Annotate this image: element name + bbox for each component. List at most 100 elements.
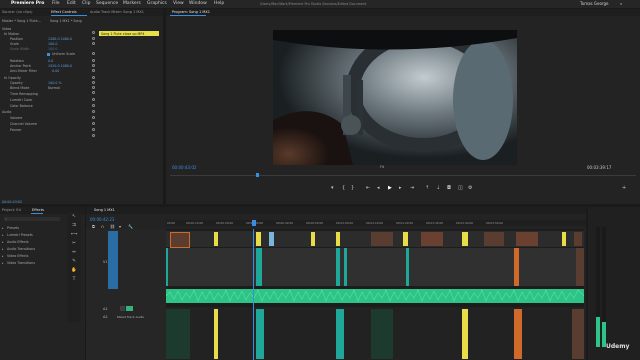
menu-edit[interactable]: Edit — [67, 1, 76, 6]
tab-program[interactable]: Program: Song 1 MX1 — [172, 10, 210, 14]
reset-icon[interactable] — [92, 134, 95, 137]
bin-audio-transitions[interactable]: Audio Transitions — [7, 247, 35, 251]
thumbnail-clip[interactable] — [484, 232, 504, 246]
step-back-icon[interactable]: ◂ — [377, 186, 380, 191]
program-timecode[interactable]: 00:00:43:02 — [172, 165, 196, 170]
menu-view[interactable]: View — [173, 1, 184, 6]
marker-clip[interactable] — [214, 309, 218, 359]
reset-icon[interactable] — [92, 81, 95, 84]
track-area[interactable] — [166, 229, 584, 360]
tab-project[interactable]: Project: Ed — [2, 208, 21, 212]
thumbnail-clip[interactable] — [170, 232, 190, 248]
opacity-value[interactable]: 100.0 % — [48, 81, 62, 85]
audio-clip[interactable] — [371, 309, 393, 359]
tab-sequence[interactable]: Song 1 MX1 — [94, 208, 115, 212]
marker-clip[interactable] — [256, 232, 261, 246]
reset-icon[interactable] — [92, 98, 95, 101]
bin-lumetri-presets[interactable]: Lumetri Presets — [7, 233, 33, 237]
mute-button[interactable] — [126, 306, 133, 311]
video-clip[interactable] — [256, 248, 262, 286]
position-value[interactable]: 1280.0 1080.0 — [48, 37, 72, 41]
reset-icon[interactable] — [92, 110, 95, 113]
program-playhead[interactable] — [256, 173, 259, 177]
reset-icon[interactable] — [92, 42, 95, 45]
user-name[interactable]: Tomas George — [580, 1, 609, 6]
track-label-a2[interactable]: A2 — [103, 315, 108, 319]
type-tool-icon[interactable]: T — [71, 277, 77, 283]
menu-clip[interactable]: Clip — [82, 1, 91, 6]
panner[interactable]: Panner — [10, 128, 21, 132]
reset-icon[interactable] — [92, 122, 95, 125]
tab-effect-controls[interactable]: Effect Controls — [51, 10, 77, 14]
menu-sequence[interactable]: Sequence — [96, 1, 118, 6]
marker-clip[interactable] — [214, 232, 218, 246]
pen-tool-icon[interactable]: ✎ — [71, 259, 77, 265]
sequence-clip-label[interactable]: Song 1 MX1 * Song — [50, 19, 82, 23]
slip-tool-icon[interactable]: ↔ — [71, 250, 77, 256]
marker-clip[interactable] — [269, 232, 274, 246]
track-label-a1[interactable]: A1 — [103, 307, 108, 311]
play-icon[interactable]: ▶ — [388, 186, 392, 191]
video-clip[interactable] — [166, 248, 168, 286]
reset-icon[interactable] — [92, 86, 95, 89]
track-target-v1[interactable] — [108, 231, 118, 289]
menu-window[interactable]: Window — [189, 1, 207, 6]
reset-icon[interactable] — [92, 104, 95, 107]
anchor-point-value[interactable]: 1920.0 1080.0 — [48, 64, 72, 68]
bin-video-effects[interactable]: Video Effects — [7, 254, 29, 258]
audio-clip[interactable] — [256, 309, 264, 359]
reset-icon[interactable] — [92, 128, 95, 131]
color-balance[interactable]: Color Balance — [10, 104, 33, 108]
thumbnail-clip[interactable] — [516, 232, 538, 246]
track-select-tool-icon[interactable]: ⇉ — [71, 223, 77, 229]
ripple-edit-tool-icon[interactable]: ⟷ — [71, 232, 77, 238]
reset-icon[interactable] — [92, 116, 95, 119]
timeline-playhead[interactable] — [253, 229, 254, 360]
bin-presets[interactable]: Presets — [7, 226, 19, 230]
fx-motion[interactable]: fx Motion — [4, 32, 19, 36]
marker-clip[interactable] — [462, 309, 468, 359]
thumbnail-clip[interactable] — [421, 232, 443, 246]
timeline-timecode[interactable]: 00:00:42:23 — [90, 217, 114, 222]
go-to-in-icon[interactable]: ⇤ — [366, 186, 370, 191]
menu-help[interactable]: Help — [214, 1, 224, 6]
hand-tool-icon[interactable]: ✋ — [71, 268, 77, 274]
reset-icon[interactable] — [92, 31, 95, 34]
playhead-handle[interactable] — [252, 220, 256, 226]
rotation-value[interactable]: 0.0 — [48, 59, 53, 63]
fit-select[interactable]: Fit — [380, 165, 384, 169]
mark-out-icon[interactable]: } — [351, 186, 354, 191]
effects-search-input[interactable] — [4, 217, 60, 221]
marker-clip[interactable] — [403, 232, 408, 246]
bin-audio-effects[interactable]: Audio Effects — [7, 240, 29, 244]
thumbnail-clip[interactable] — [574, 232, 582, 246]
step-forward-icon[interactable]: ▸ — [399, 186, 402, 191]
tab-audio-track-mixer[interactable]: Audio Track Mixer: Song 1 MX1 — [90, 10, 144, 14]
marker-clip[interactable] — [311, 232, 315, 246]
comparison-view-icon[interactable]: ◫ — [458, 186, 463, 191]
go-to-out-icon[interactable]: ⇥ — [410, 186, 414, 191]
search-icon[interactable]: ⌕ — [620, 1, 622, 6]
scale-width-value[interactable]: 100.0 — [48, 47, 57, 51]
tab-source[interactable]: Source: (no clips) — [2, 10, 32, 14]
time-remapping[interactable]: Time Remapping — [10, 92, 38, 96]
reset-icon[interactable] — [92, 52, 95, 55]
volume[interactable]: Volume — [10, 116, 22, 120]
audio-clip[interactable] — [572, 309, 584, 359]
marker-clip[interactable] — [336, 232, 340, 246]
video-clip[interactable] — [406, 248, 409, 286]
solo-button[interactable] — [120, 306, 125, 311]
scale-value[interactable]: 100.0 — [48, 42, 57, 46]
mark-in-icon[interactable]: { — [342, 186, 345, 191]
menu-graphics[interactable]: Graphics — [147, 1, 167, 6]
audio-clip[interactable] — [166, 309, 190, 359]
razor-tool-icon[interactable]: ✂ — [71, 241, 77, 247]
thumbnail-clip[interactable] — [371, 232, 393, 246]
playhead-bar[interactable] — [170, 175, 636, 176]
reset-icon[interactable] — [92, 37, 95, 40]
video-clip[interactable] — [336, 248, 340, 286]
settings-icon[interactable]: ⚙ — [468, 186, 472, 191]
blend-mode-select[interactable]: Normal — [48, 86, 60, 90]
bin-video-transitions[interactable]: Video Transitions — [7, 261, 35, 265]
marker-clip[interactable] — [462, 232, 468, 246]
